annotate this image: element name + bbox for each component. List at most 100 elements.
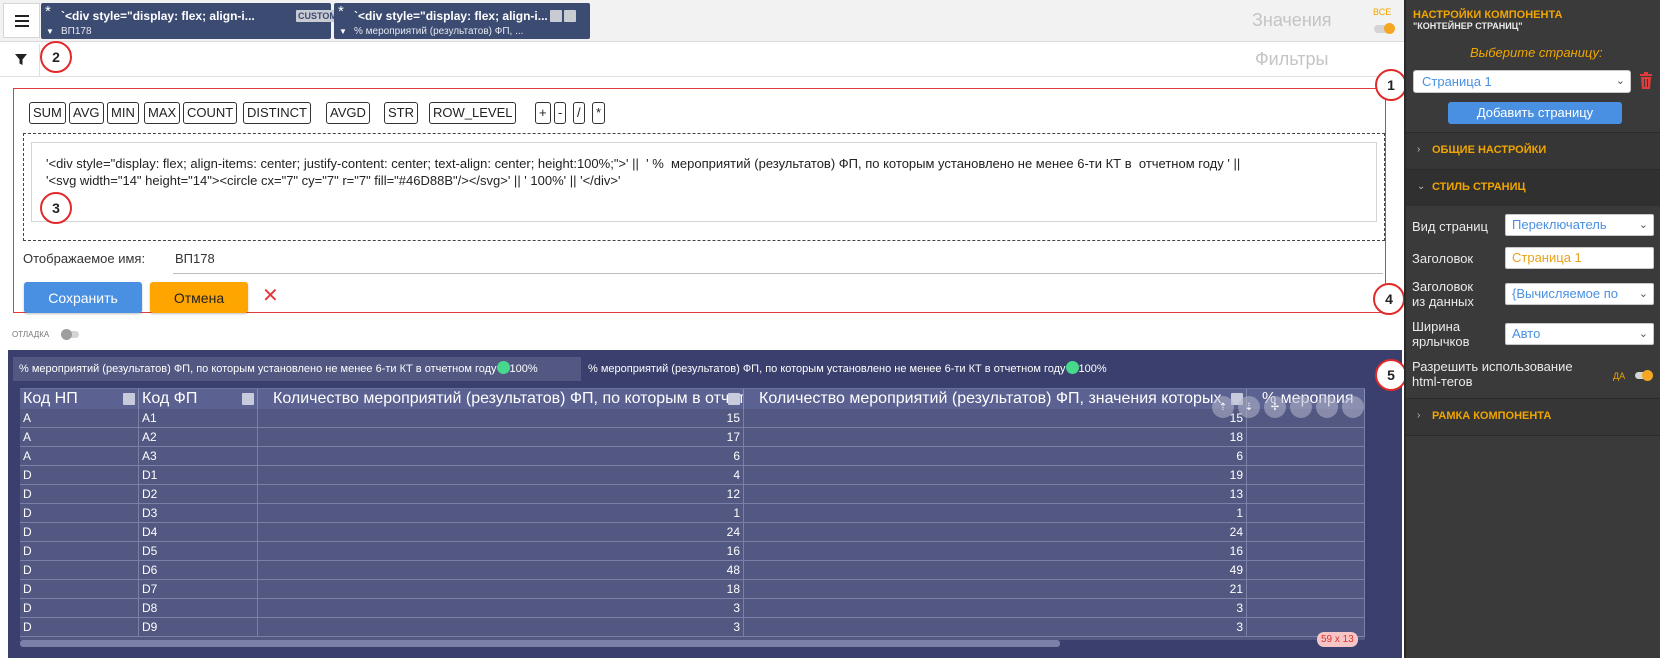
table-cell: 3 [258,599,744,618]
dropdown-triangle-icon[interactable]: ▼ [339,28,347,36]
function-button-row-level[interactable]: ROW_LEVEL [429,102,517,124]
function-button-distinct[interactable]: DISTINCT [243,102,311,124]
table-row[interactable]: A A1 15 15 [20,409,1365,428]
table-row[interactable]: D D7 18 21 [20,580,1365,599]
column-header[interactable]: Код ФП [139,389,258,409]
table-cell: 13 [744,485,1247,504]
table-row[interactable]: A A2 17 18 [20,428,1365,447]
debug-toggle[interactable] [61,329,79,340]
page-tab-2[interactable]: % мероприятий (результатов) ФП, по котор… [582,357,1157,381]
function-button-max[interactable]: MAX [144,102,181,124]
filter-icon[interactable] [728,393,740,405]
column-header[interactable]: Код НП [20,389,139,409]
filter-icon [15,54,27,65]
header-from-data-select[interactable]: {Вычисляемое по ⌄ [1505,283,1654,305]
add-page-button[interactable]: Добавить страницу [1448,102,1622,124]
tool-icon[interactable] [1290,396,1312,418]
function-button-avgd[interactable]: AVGD [326,102,370,124]
header-input[interactable]: Страница 1 [1505,247,1654,269]
table-cell: 3 [258,618,744,637]
close-icon[interactable]: ✕ [262,286,279,306]
sort-down-icon[interactable]: ⇣ [1238,396,1260,418]
table-cell: 18 [744,428,1247,447]
page-select[interactable]: Страница 1 ⌄ [1413,70,1631,93]
page-view-select[interactable]: Переключатель ⌄ [1505,214,1654,236]
function-button-count[interactable]: COUNT [183,102,238,124]
edit-icon[interactable] [564,10,576,22]
table-row[interactable]: D D9 3 3 [20,618,1365,637]
column-header-label: Код НП [23,390,78,407]
all-toggle[interactable] [1374,23,1395,34]
menu-button[interactable] [3,3,40,38]
measure-pill-subtitle: % мероприятий (результатов) ФП, ... [354,26,524,37]
measure-pill-1[interactable]: * ▼ `<div style="display: flex; align-i.… [41,3,358,39]
all-toggle-label: ВСЕ [1373,7,1392,17]
table-cell [1247,580,1365,599]
operator-button-divide[interactable]: / [573,102,585,124]
table-cell: D [20,504,139,523]
measure-pill-2[interactable]: * ▼ `<div style="display: flex; align-i.… [334,3,590,39]
filter-button[interactable] [3,44,40,76]
table-cell [1247,561,1365,580]
horizontal-scrollbar[interactable] [20,640,1060,647]
dropdown-triangle-icon[interactable]: ▼ [46,28,54,36]
tool-icon[interactable] [1342,396,1364,418]
table-row[interactable]: D D1 4 19 [20,466,1365,485]
table-cell: 16 [258,542,744,561]
formula-textarea[interactable]: '<div style="display: flex; align-items:… [31,142,1377,222]
table-cell [1247,504,1365,523]
function-button-avg[interactable]: AVG [69,102,104,124]
table-row[interactable]: D D2 12 13 [20,485,1365,504]
header-from-data-label-line-2: из данных [1412,294,1474,309]
tool-icon[interactable] [1316,396,1338,418]
values-label: Значения [1252,10,1332,30]
page-tab-label: % мероприятий (результатов) ФП, по котор… [19,363,497,375]
table-cell: D [20,599,139,618]
cancel-button[interactable]: Отмена [150,282,248,313]
function-button-min[interactable]: MIN [107,102,139,124]
tab-width-select[interactable]: Авто ⌄ [1505,323,1654,345]
square-icon[interactable] [550,10,562,22]
operator-button-multiply[interactable]: * [592,102,606,124]
table-cell [1247,447,1365,466]
page-tab-1[interactable]: % мероприятий (результатов) ФП, по котор… [13,357,581,381]
function-button-sum[interactable]: SUM [29,102,66,124]
header-label: Заголовок [1412,251,1474,266]
table-row[interactable]: A A3 6 6 [20,447,1365,466]
display-name-input[interactable]: ВП178 [175,251,215,266]
table-cell: D4 [139,523,258,542]
section-frame[interactable]: › РАМКА КОМПОНЕНТА [1406,399,1660,435]
table-cell: D8 [139,599,258,618]
table-cell: 3 [744,618,1247,637]
table-row[interactable]: D D4 24 24 [20,523,1365,542]
table-cell: 6 [744,447,1247,466]
table-cell: A1 [139,409,258,428]
annotation-badge-4: 4 [1373,283,1405,315]
table-row[interactable]: D D3 1 1 [20,504,1365,523]
filter-icon[interactable] [242,393,254,405]
trash-icon[interactable] [1639,72,1653,90]
operator-button-minus[interactable]: - [554,102,567,124]
filter-bar [0,42,1404,77]
column-header-label: Код ФП [142,390,198,407]
column-header[interactable]: Количество мероприятий (результатов) ФП,… [744,389,1247,409]
allow-html-toggle[interactable] [1635,370,1653,381]
save-button[interactable]: Сохранить [24,282,142,313]
function-button-str[interactable]: STR [384,102,418,124]
filters-label: Фильтры [1255,49,1329,69]
filter-icon[interactable] [123,393,135,405]
section-general[interactable]: › ОБЩИЕ НАСТРОЙКИ [1406,133,1660,169]
settings-icon[interactable]: ✢ [1264,396,1286,418]
column-header[interactable]: Количество мероприятий (результатов) ФП,… [258,389,744,409]
tab-width-label: Ширина ярлычков [1412,319,1470,349]
table-row[interactable]: D D6 48 49 [20,561,1365,580]
table-row[interactable]: D D8 3 3 [20,599,1365,618]
table-row[interactable]: D D5 16 16 [20,542,1365,561]
table-cell: 15 [258,409,744,428]
sort-up-icon[interactable]: ⇡ [1212,396,1234,418]
operator-button-plus[interactable]: + [535,102,551,124]
table-cell: D [20,618,139,637]
choose-page-label: Выберите страницу: [1470,45,1603,60]
table-cell: A [20,428,139,447]
section-page-style[interactable]: ⌄ СТИЛЬ СТРАНИЦ [1406,170,1660,206]
